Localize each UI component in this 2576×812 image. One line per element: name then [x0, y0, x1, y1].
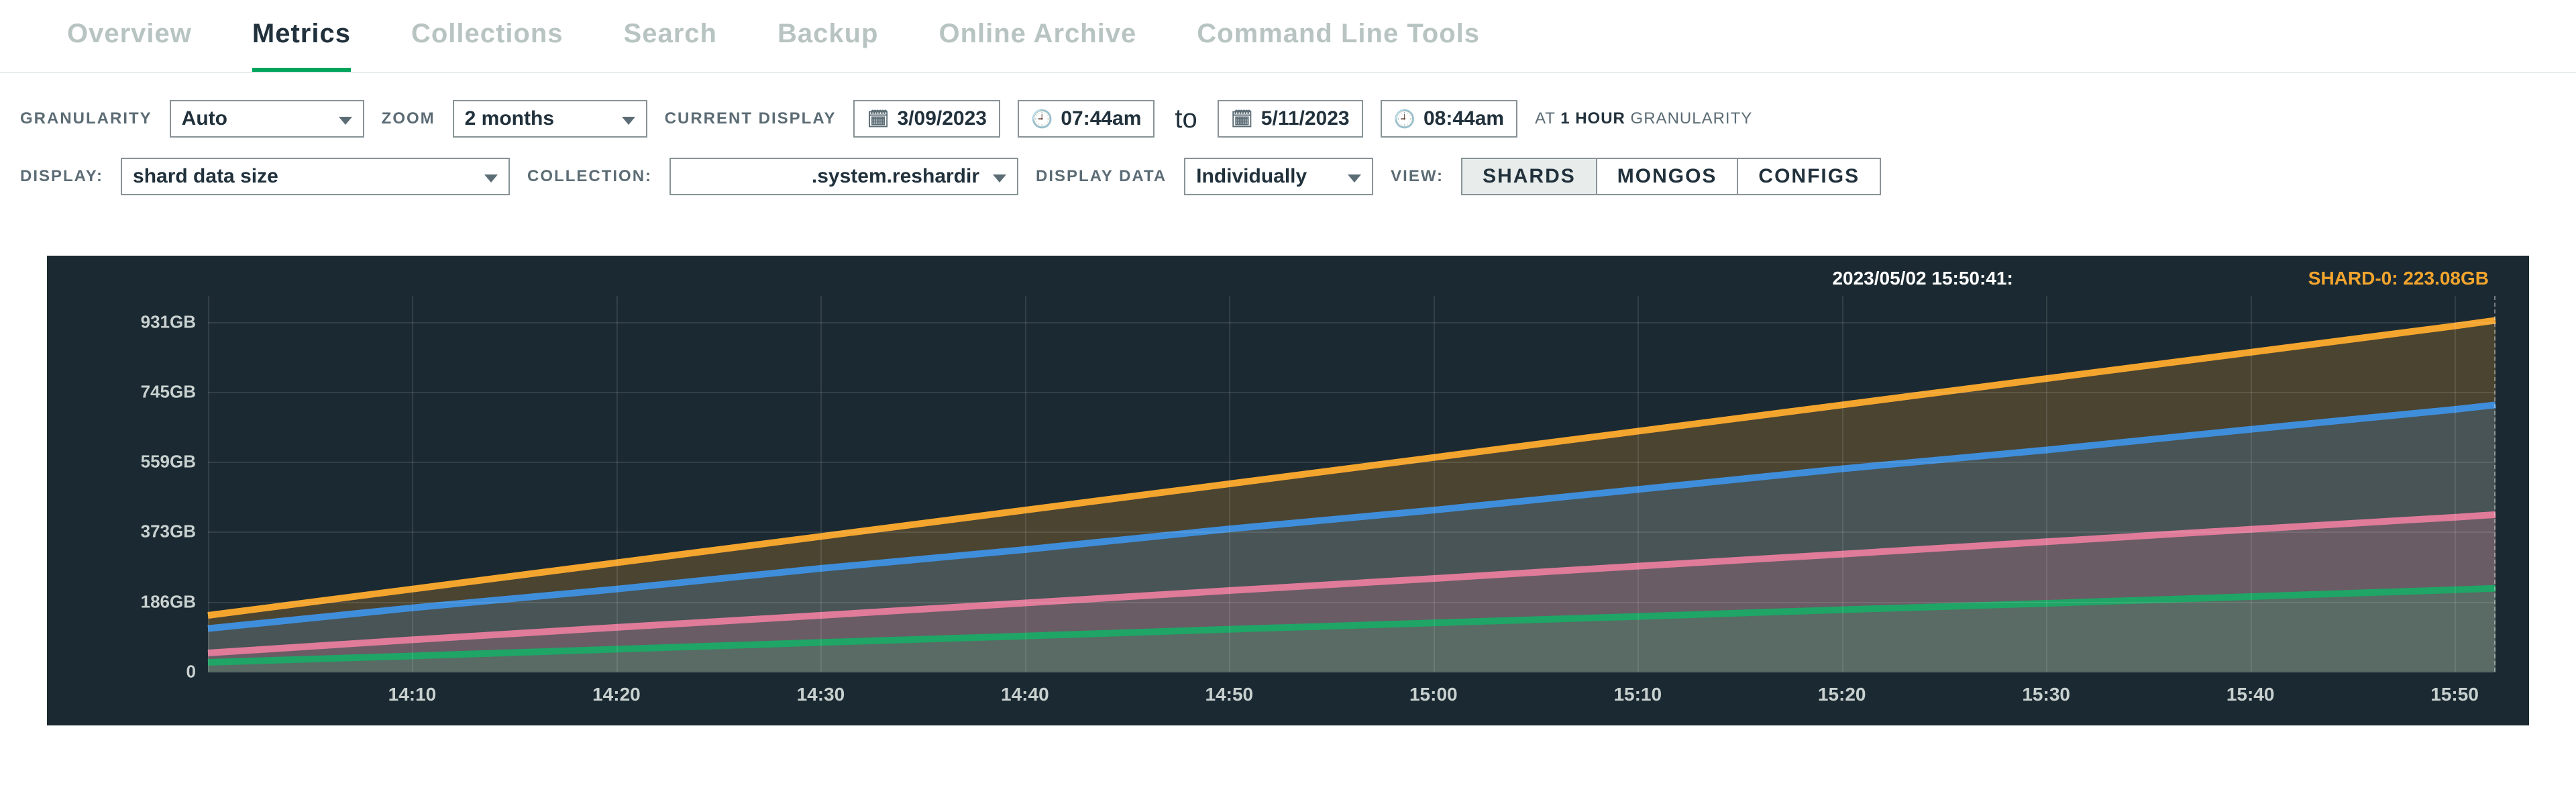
plot-area: 0186GB373GB559GB745GB931GB14:1014:2014:3… — [208, 296, 2496, 672]
view-button-shards[interactable]: SHARDS — [1461, 158, 1597, 195]
clock-icon: 🕘 — [1031, 109, 1053, 130]
view-button-configs[interactable]: CONFIGS — [1737, 158, 1881, 195]
y-tick-label: 559GB — [141, 451, 196, 472]
metrics-toolbar: GRANULARITY Auto ZOOM 2 months CURRENT D… — [0, 73, 2576, 195]
tab-metrics[interactable]: Metrics — [252, 19, 351, 72]
x-tick-label: 15:50 — [2430, 684, 2479, 705]
y-tick-label: 745GB — [141, 381, 196, 402]
granularity-select[interactable]: Auto — [170, 100, 364, 138]
to-time-input[interactable]: 🕘08:44am — [1381, 100, 1517, 138]
x-tick-label: 14:30 — [797, 684, 845, 705]
tab-collections[interactable]: Collections — [411, 19, 564, 72]
calendar-icon: 🗓 — [867, 109, 889, 130]
view-button-group: SHARDSMONGOSCONFIGS — [1461, 158, 1881, 195]
hover-series: SHARD-0: 223.08GB — [2308, 268, 2489, 289]
chart-lines — [208, 296, 2496, 672]
tab-overview[interactable]: Overview — [67, 19, 192, 72]
chart[interactable]: 2023/05/02 15:50:41: SHARD-0: 223.08GB 0… — [47, 256, 2529, 725]
view-label: VIEW: — [1391, 167, 1444, 186]
x-tick-label: 14:10 — [388, 684, 437, 705]
chart-tooltip: 2023/05/02 15:50:41: SHARD-0: 223.08GB — [1832, 268, 2489, 289]
current-display-label: CURRENT DISPLAY — [665, 109, 837, 128]
x-tick-label: 14:20 — [592, 684, 641, 705]
granularity-label: GRANULARITY — [20, 109, 152, 128]
toolbar-row-1: GRANULARITY Auto ZOOM 2 months CURRENT D… — [20, 100, 2556, 138]
display-data-label: DISPLAY DATA — [1036, 167, 1167, 186]
x-tick-label: 15:10 — [1613, 684, 1662, 705]
collection-select[interactable]: .system.reshardir — [669, 158, 1018, 195]
x-tick-label: 15:20 — [1818, 684, 1866, 705]
tab-search[interactable]: Search — [624, 19, 717, 72]
from-date-input[interactable]: 🗓3/09/2023 — [853, 100, 1000, 138]
from-time-input[interactable]: 🕘07:44am — [1018, 100, 1155, 138]
to-word: to — [1172, 104, 1199, 134]
y-tick-label: 931GB — [141, 311, 196, 332]
display-select[interactable]: shard data size — [121, 158, 510, 195]
x-tick-label: 15:40 — [2226, 684, 2275, 705]
to-date-input[interactable]: 🗓5/11/2023 — [1218, 100, 1363, 138]
view-button-mongos[interactable]: MONGOS — [1596, 158, 1739, 195]
granularity-info: AT 1 HOUR GRANULARITY — [1535, 109, 1752, 128]
collection-label: COLLECTION: — [527, 167, 652, 186]
zoom-select[interactable]: 2 months — [453, 100, 647, 138]
tab-backup[interactable]: Backup — [777, 19, 879, 72]
y-tick-label: 186GB — [141, 591, 196, 612]
clock-icon: 🕘 — [1394, 109, 1415, 130]
x-tick-label: 15:00 — [1409, 684, 1458, 705]
calendar-icon: 🗓 — [1231, 109, 1253, 130]
zoom-label: ZOOM — [382, 109, 435, 128]
cursor-line — [2494, 296, 2496, 672]
hover-timestamp: 2023/05/02 15:50:41: — [1832, 268, 2012, 289]
x-tick-label: 14:40 — [1001, 684, 1049, 705]
x-tick-label: 15:30 — [2022, 684, 2070, 705]
display-data-select[interactable]: Individually — [1184, 158, 1373, 195]
tab-online-archive[interactable]: Online Archive — [938, 19, 1136, 72]
display-label: DISPLAY: — [20, 167, 103, 186]
y-tick-label: 373GB — [141, 521, 196, 542]
x-tick-label: 14:50 — [1205, 684, 1254, 705]
y-tick-label: 0 — [186, 662, 196, 682]
tab-command-line-tools[interactable]: Command Line Tools — [1197, 19, 1480, 72]
toolbar-row-2: DISPLAY: shard data size COLLECTION: .sy… — [20, 158, 2556, 195]
tabs-nav: Overview Metrics Collections Search Backup On… — [0, 0, 2576, 73]
chart-container: 2023/05/02 15:50:41: SHARD-0: 223.08GB 0… — [47, 256, 2529, 725]
